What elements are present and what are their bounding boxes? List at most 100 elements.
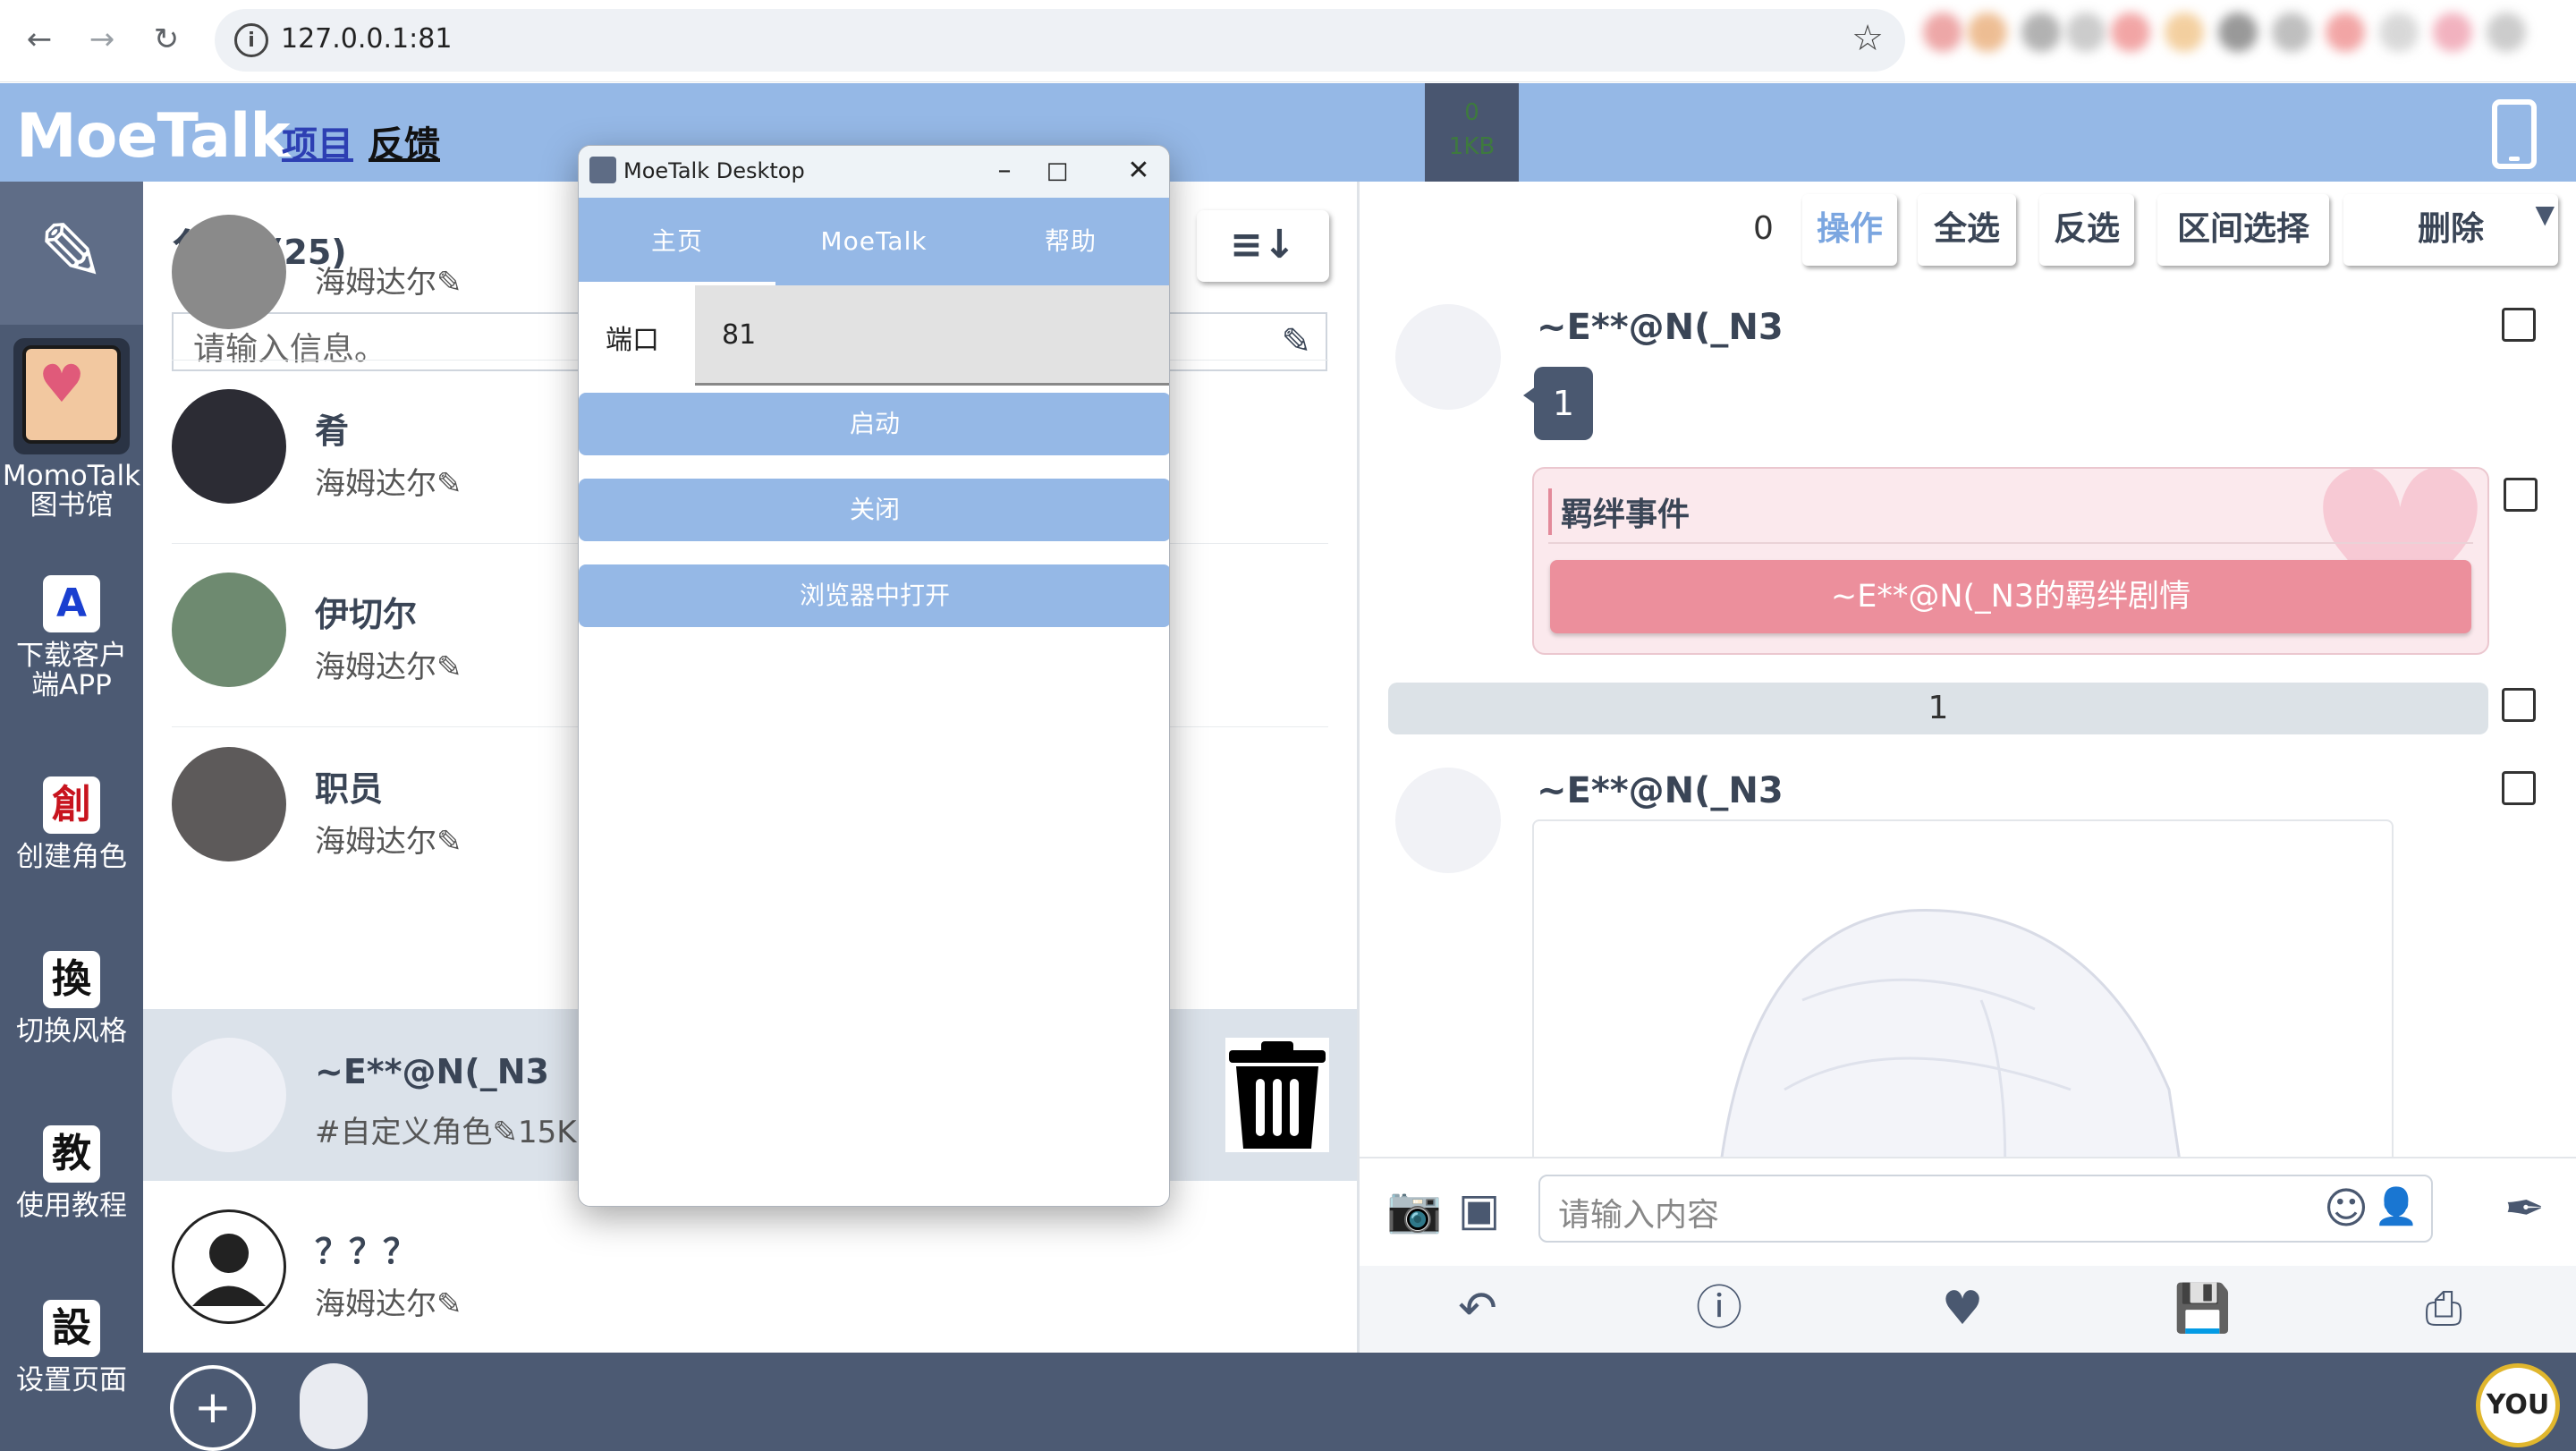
message-checkbox[interactable] bbox=[2504, 478, 2538, 512]
back-icon[interactable]: ← bbox=[18, 18, 61, 61]
image-icon[interactable]: ▣ bbox=[1458, 1184, 1500, 1235]
nav-project-link[interactable]: 项目 bbox=[282, 115, 353, 167]
sidebar-item-settings[interactable]: 設 设置页面 bbox=[0, 1300, 143, 1396]
operate-button[interactable]: 操作 bbox=[1802, 194, 1897, 266]
extension-icon[interactable] bbox=[2433, 13, 2472, 52]
storage-size-indicator: 0 1KB bbox=[1425, 83, 1519, 182]
bookmark-star-icon[interactable]: ☆ bbox=[1852, 18, 1884, 59]
start-button[interactable]: 启动 bbox=[579, 393, 1169, 455]
bond-story-button[interactable]: ~E**@N(_N3的羁绊剧情 bbox=[1550, 560, 2471, 633]
character-sub: 海姆达尔✎ bbox=[315, 649, 462, 685]
trash-icon[interactable] bbox=[1225, 1038, 1329, 1152]
heart-icon[interactable]: ♥ bbox=[1934, 1282, 1991, 1336]
add-user-icon[interactable]: 👤 bbox=[2374, 1185, 2419, 1227]
close-icon[interactable]: ✕ bbox=[1112, 151, 1165, 191]
character-name: ？？？ bbox=[315, 1232, 418, 1271]
forward-icon[interactable]: → bbox=[80, 18, 123, 61]
extension-icon[interactable] bbox=[2111, 13, 2150, 52]
message-sender-name: ~E**@N(_N3 bbox=[1537, 307, 1784, 348]
extension-icon[interactable] bbox=[2379, 13, 2419, 52]
extension-icon[interactable] bbox=[2272, 13, 2311, 52]
close-server-button[interactable]: 关闭 bbox=[579, 479, 1169, 541]
message-sender-name: ~E**@N(_N3 bbox=[1537, 770, 1784, 811]
settings-icon: 設 bbox=[43, 1300, 100, 1357]
minimize-icon[interactable]: – bbox=[978, 151, 1031, 191]
maximize-icon[interactable]: □ bbox=[1030, 151, 1084, 191]
print-icon[interactable]: ⎙ bbox=[2415, 1282, 2472, 1336]
character-name: 肴 bbox=[315, 412, 350, 451]
message-input[interactable]: 请输入内容 ☺ 👤 bbox=[1538, 1175, 2433, 1243]
extension-icon[interactable] bbox=[2021, 13, 2061, 52]
quill-send-icon[interactable]: ✒ bbox=[2504, 1180, 2545, 1236]
sidebar-item-library[interactable]: ♥ MomoTalk 图书馆 bbox=[0, 338, 143, 521]
emoji-icon[interactable]: ☺ bbox=[2324, 1184, 2368, 1234]
switch-icon: 換 bbox=[43, 951, 100, 1008]
site-info-icon[interactable]: i bbox=[234, 23, 268, 57]
bond-event-title: 羁绊事件 bbox=[1548, 488, 1690, 535]
camera-icon[interactable]: 📷 bbox=[1386, 1184, 1442, 1236]
library-icon: ♥ bbox=[13, 338, 130, 454]
delete-button[interactable]: 删除 ▼ bbox=[2343, 194, 2558, 266]
extension-icon[interactable] bbox=[2066, 13, 2106, 52]
reload-icon[interactable]: ↻ bbox=[145, 18, 188, 61]
character-sub: 海姆达尔✎ bbox=[315, 265, 462, 301]
extension-icon[interactable] bbox=[2165, 13, 2204, 52]
chat-panel: 0 操作 全选 反选 区间选择 删除 ▼ ~E**@N(_N3 1 ♥ 羁绊事件… bbox=[1357, 182, 2576, 1353]
range-select-button[interactable]: 区间选择 bbox=[2157, 194, 2329, 266]
sidebar-item-tutorial[interactable]: 教 使用教程 bbox=[0, 1125, 143, 1221]
extension-icon[interactable] bbox=[1923, 13, 1962, 52]
character-name: 职员 bbox=[315, 769, 384, 809]
window-tabs: 主页 MoeTalk 帮助 bbox=[579, 198, 1169, 285]
chat-action-bar: ↶ ⓘ ♥ 💾 ⎙ bbox=[1360, 1266, 2576, 1352]
sidebar-item-download-app[interactable]: A 下载客户 端APP bbox=[0, 575, 143, 700]
app-header: MoeTalk 项目 反馈 0 1KB bbox=[0, 83, 2576, 182]
chat-divider[interactable]: 1 bbox=[1388, 683, 2488, 734]
character-avatar bbox=[172, 747, 286, 861]
character-name: 伊切尔 bbox=[315, 595, 418, 634]
tab-home[interactable]: 主页 bbox=[579, 198, 775, 285]
info-icon[interactable]: ⓘ bbox=[1690, 1282, 1748, 1336]
tab-help[interactable]: 帮助 bbox=[972, 198, 1169, 285]
save-icon[interactable]: 💾 bbox=[2174, 1282, 2232, 1336]
open-in-browser-button[interactable]: 浏览器中打开 bbox=[579, 564, 1169, 627]
message-avatar[interactable] bbox=[1395, 768, 1501, 873]
extension-icon[interactable] bbox=[2326, 13, 2365, 52]
tab-moetalk[interactable]: MoeTalk bbox=[775, 198, 972, 285]
sidebar-item-create-character[interactable]: 創 创建角色 bbox=[0, 776, 143, 872]
sidebar-item-label: 使用教程 bbox=[16, 1190, 127, 1222]
message-checkbox[interactable] bbox=[2502, 688, 2536, 722]
character-avatar bbox=[172, 573, 286, 687]
mobile-view-icon[interactable] bbox=[2492, 99, 2537, 169]
extension-icon[interactable] bbox=[2218, 13, 2258, 52]
select-all-button[interactable]: 全选 bbox=[1918, 194, 2016, 266]
quill-book-icon[interactable]: ✎ bbox=[0, 182, 143, 325]
message-checkbox[interactable] bbox=[2502, 308, 2536, 342]
message-checkbox[interactable] bbox=[2502, 771, 2536, 805]
current-character-avatar[interactable] bbox=[300, 1363, 368, 1449]
storage-size-value: 1KB bbox=[1448, 133, 1496, 160]
undo-icon[interactable]: ↶ bbox=[1449, 1282, 1506, 1336]
message-input-placeholder: 请输入内容 bbox=[1558, 1197, 1720, 1234]
extension-icon[interactable] bbox=[2487, 13, 2526, 52]
address-bar[interactable]: i 127.0.0.1:81 ☆ bbox=[215, 9, 1905, 72]
window-titlebar[interactable]: MoeTalk Desktop – □ ✕ bbox=[579, 146, 1169, 198]
default-avatar-icon bbox=[172, 1209, 286, 1324]
port-input[interactable]: 81 bbox=[695, 285, 1169, 386]
message-bubble[interactable]: 1 bbox=[1523, 367, 1593, 440]
invert-selection-button[interactable]: 反选 bbox=[2039, 194, 2134, 266]
character-name: ~E**@N(_N3 bbox=[315, 1052, 549, 1091]
create-icon: 創 bbox=[43, 776, 100, 834]
message-avatar[interactable] bbox=[1395, 304, 1501, 410]
sidebar-item-switch-style[interactable]: 換 切换风格 bbox=[0, 951, 143, 1047]
sidebar-item-label: 切换风格 bbox=[16, 1015, 127, 1048]
nav-feedback-link[interactable]: 反馈 bbox=[369, 115, 440, 167]
you-badge[interactable]: YOU bbox=[2476, 1363, 2560, 1447]
sidebar-item-label: 设置页面 bbox=[16, 1364, 127, 1396]
url-text: 127.0.0.1:81 bbox=[281, 23, 453, 55]
app-logo[interactable]: MoeTalk bbox=[16, 101, 291, 172]
desktop-window: MoeTalk Desktop – □ ✕ 主页 MoeTalk 帮助 端口 8… bbox=[578, 145, 1170, 1207]
add-character-icon[interactable]: + bbox=[170, 1365, 256, 1451]
bottom-bar: + YOU bbox=[143, 1353, 2576, 1451]
extension-icon[interactable] bbox=[1968, 13, 2007, 52]
sidebar: ✎ ♥ MomoTalk 图书馆 A 下载客户 端APP 創 创建角色 換 切换… bbox=[0, 182, 143, 1451]
